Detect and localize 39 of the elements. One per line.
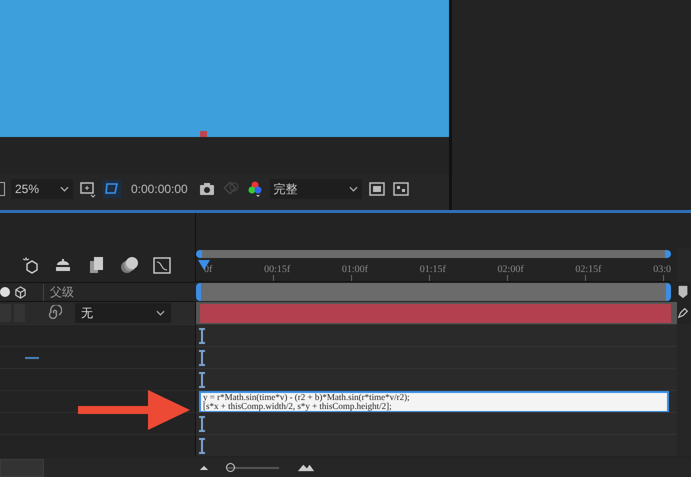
time-label: 02:00f: [498, 264, 524, 277]
transparency-grid-icon[interactable]: [392, 180, 410, 198]
zoom-slider-thumb[interactable]: [226, 462, 235, 472]
mask-icon[interactable]: [103, 180, 121, 198]
timecode[interactable]: 0:00:00:00: [127, 182, 192, 196]
time-label: 00:15f: [264, 264, 290, 277]
caret-icon[interactable]: [348, 186, 358, 192]
anchor-point-icon: [200, 131, 207, 137]
search-field[interactable]: [0, 458, 44, 476]
shy-layer-icon[interactable]: [20, 255, 40, 275]
time-label: 02:15f: [575, 264, 602, 277]
grid-icon[interactable]: [79, 180, 97, 198]
expression-field[interactable]: y = r*Math.sin(time*v) - (r2 + b)*Math.sin(r*time*v/r2); [s*x + thisComp.width/2, s*y + thisComp.height/2];: [199, 390, 669, 412]
color-channels-icon[interactable]: [246, 180, 264, 198]
comp-marker-icon[interactable]: [677, 285, 689, 299]
keyframe-icon[interactable]: [199, 416, 205, 432]
keyframe-icon[interactable]: [199, 438, 205, 454]
time-label: 03:0: [653, 264, 671, 277]
keyframe-icon[interactable]: [199, 350, 205, 366]
time-label: 01:15f: [420, 264, 446, 277]
camera-icon[interactable]: [198, 180, 216, 198]
pen-icon[interactable]: [677, 306, 689, 320]
cube-icon[interactable]: [14, 286, 27, 298]
keyframe-icon[interactable]: [199, 328, 205, 344]
solo-icon[interactable]: [0, 287, 10, 297]
zoom-out-icon[interactable]: [199, 464, 209, 471]
graph-editor-icon[interactable]: [152, 255, 172, 275]
pick-whip-icon[interactable]: [46, 305, 62, 321]
caret-icon[interactable]: [60, 186, 69, 192]
column-header: 父级: [43, 284, 195, 300]
keyframe-icon[interactable]: [199, 372, 205, 388]
zoom-in-icon[interactable]: [297, 463, 315, 472]
time-label: 01:00f: [342, 264, 368, 277]
resolution-dropdown[interactable]: 完整: [270, 179, 362, 199]
zoom-dropdown[interactable]: 25%: [11, 179, 73, 199]
region-icon[interactable]: [368, 180, 386, 198]
parent-dropdown[interactable]: 无: [75, 303, 171, 323]
motion-blur-icon[interactable]: [119, 255, 139, 275]
caret-icon[interactable]: [156, 310, 165, 316]
